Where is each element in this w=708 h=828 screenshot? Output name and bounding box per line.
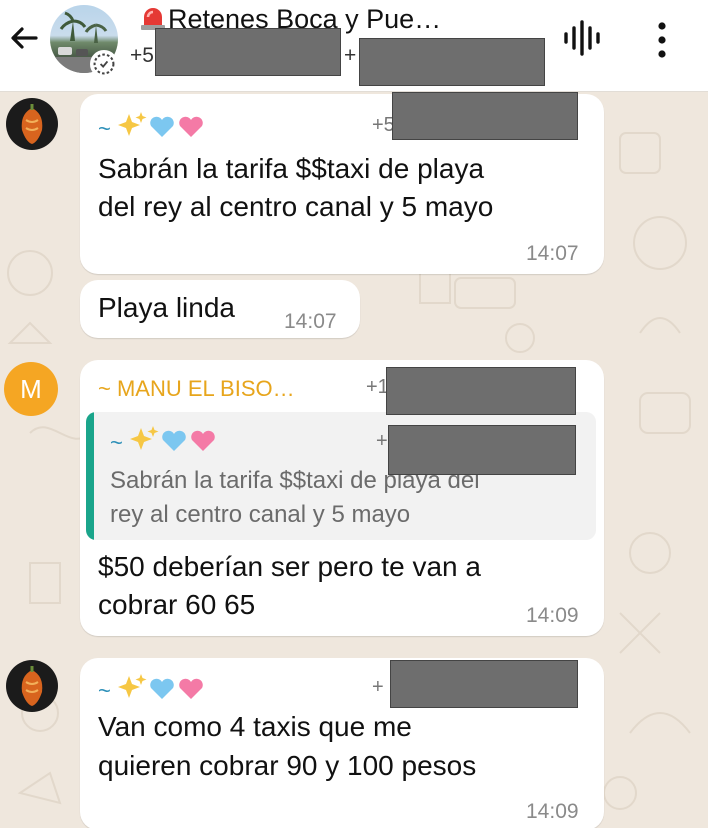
sender-avatar-letter[interactable]: M xyxy=(4,362,58,416)
sender-phone: + xyxy=(372,676,384,698)
voice-call-icon[interactable] xyxy=(562,18,602,58)
message-text-line-2: del rey al centro canal y 5 mayo xyxy=(98,191,494,222)
participants-prefix-2: + xyxy=(344,44,357,67)
message-time: 14:09 xyxy=(526,604,579,627)
message-text-line-2: quieren cobrar 90 y 100 pesos xyxy=(98,750,477,781)
redacted-phone-3 xyxy=(392,92,578,140)
participants-prefix-1: +5 xyxy=(130,44,154,67)
redacted-phone-2 xyxy=(359,38,545,86)
sparkles-hearts-icon xyxy=(117,112,203,137)
message-time: 14:09 xyxy=(526,800,579,823)
quote-phone: + xyxy=(376,430,388,452)
message-text-line-2: cobrar 60 65 xyxy=(98,589,256,620)
status-ring-icon xyxy=(90,50,118,78)
message-text-line-1: Van como 4 taxis que me xyxy=(98,711,412,742)
sparkles-hearts-icon xyxy=(117,674,203,699)
message-time: 14:07 xyxy=(526,242,579,265)
sender-avatar[interactable] xyxy=(6,98,58,150)
message-bubble[interactable]: Playa linda 14:07 xyxy=(80,280,360,338)
quote-text-line-2: rey al centro canal y 5 mayo xyxy=(110,501,411,528)
sender-name[interactable]: ~ MANU EL BISO… xyxy=(98,376,295,402)
redacted-phone-5 xyxy=(388,425,576,475)
redacted-phone-1 xyxy=(155,28,341,76)
back-arrow-icon[interactable] xyxy=(6,20,42,56)
sparkles-hearts-icon xyxy=(129,426,215,451)
message-time: 14:07 xyxy=(284,310,337,333)
chat-header: Retenes Boca y Pue… +5 + xyxy=(0,0,708,92)
redacted-phone-6 xyxy=(390,660,578,708)
sender-avatar[interactable] xyxy=(6,660,58,712)
redacted-phone-4 xyxy=(386,367,576,415)
quote-sender-prefix: ~ xyxy=(110,430,123,455)
message-text-line-1: $50 deberían ser pero te van a xyxy=(98,551,481,582)
siren-icon xyxy=(141,8,165,30)
sender-name[interactable]: ~ xyxy=(98,110,207,142)
more-vert-icon[interactable] xyxy=(650,20,674,60)
quote-accent-bar xyxy=(86,412,94,540)
sender-prefix: ~ xyxy=(98,116,111,141)
sender-prefix: ~ xyxy=(98,678,111,703)
sender-name[interactable]: ~ xyxy=(98,672,207,704)
message-text: Playa linda xyxy=(98,292,235,323)
quote-sender: ~ xyxy=(110,424,219,456)
message-text-line-1: Sabrán la tarifa $$taxi de playa xyxy=(98,153,485,184)
